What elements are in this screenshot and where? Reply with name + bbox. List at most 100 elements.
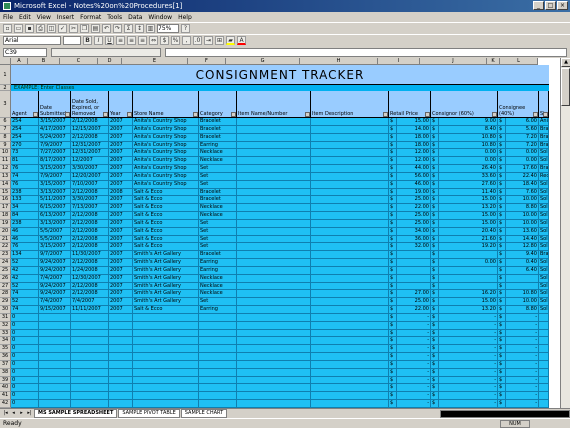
table-cell[interactable]: [237, 125, 311, 134]
table-cell[interactable]: 0: [11, 360, 39, 369]
table-cell[interactable]: [311, 313, 389, 322]
table-cell[interactable]: 2007: [109, 180, 133, 189]
table-cell[interactable]: Anita's Country Shop: [133, 172, 199, 181]
table-cell[interactable]: 0: [11, 329, 39, 338]
table-cell[interactable]: -: [439, 400, 498, 408]
vertical-scrollbar[interactable]: ▲: [560, 58, 570, 408]
table-cell[interactable]: 7.60: [506, 188, 539, 197]
table-cell[interactable]: [311, 212, 389, 220]
row-header[interactable]: 25: [0, 266, 11, 275]
table-cell[interactable]: -: [506, 400, 539, 408]
table-cell[interactable]: [311, 219, 389, 228]
preview-icon[interactable]: ◫: [47, 24, 56, 33]
table-cell[interactable]: 5/24/2007: [39, 133, 71, 142]
table-cell[interactable]: [133, 329, 199, 338]
table-cell[interactable]: [237, 360, 311, 369]
table-cell[interactable]: $: [498, 400, 506, 408]
table-cell[interactable]: [237, 235, 311, 244]
table-cell[interactable]: [311, 227, 389, 236]
currency-icon[interactable]: $: [160, 36, 169, 45]
table-cell[interactable]: [539, 360, 549, 369]
paste-icon[interactable]: ▤: [91, 24, 100, 33]
table-cell[interactable]: $: [431, 219, 439, 228]
table-cell[interactable]: $: [431, 157, 439, 166]
column-header-B[interactable]: B: [28, 58, 60, 65]
table-cell[interactable]: 12/15/2007: [71, 125, 109, 134]
table-cell[interactable]: [237, 345, 311, 354]
decimal-icon[interactable]: .0: [193, 36, 202, 45]
table-cell[interactable]: $: [498, 118, 506, 126]
table-cell[interactable]: [311, 274, 389, 283]
table-cell[interactable]: 7/27/2007: [39, 149, 71, 158]
table-cell[interactable]: [199, 400, 237, 408]
table-cell[interactable]: [237, 259, 311, 267]
table-cell[interactable]: $: [431, 337, 439, 346]
table-cell[interactable]: 12/20/2007: [71, 172, 109, 181]
table-cell[interactable]: [237, 290, 311, 299]
table-cell[interactable]: [311, 243, 389, 252]
table-cell[interactable]: $: [498, 172, 506, 181]
table-cell[interactable]: 0.40: [506, 259, 539, 267]
table-cell[interactable]: 74: [11, 290, 39, 299]
table-cell[interactable]: [133, 313, 199, 322]
table-cell[interactable]: $: [498, 274, 506, 283]
table-cell[interactable]: [311, 266, 389, 275]
table-cell[interactable]: [199, 337, 237, 346]
table-cell[interactable]: [539, 329, 549, 338]
table-cell[interactable]: [71, 392, 109, 401]
table-cell[interactable]: $: [389, 321, 397, 330]
table-cell[interactable]: [39, 384, 71, 393]
autosum-icon[interactable]: Σ: [124, 24, 133, 33]
table-cell[interactable]: $: [431, 392, 439, 401]
save-icon[interactable]: ▪: [25, 24, 34, 33]
table-cell[interactable]: $: [431, 172, 439, 181]
table-cell[interactable]: [109, 360, 133, 369]
table-cell[interactable]: 18.40: [506, 180, 539, 189]
table-cell[interactable]: 3/15/2007: [39, 118, 71, 126]
row-header[interactable]: 7: [0, 125, 11, 134]
table-cell[interactable]: $: [389, 172, 397, 181]
column-header-I[interactable]: I: [378, 58, 420, 65]
row-header[interactable]: 3: [0, 91, 11, 118]
fill-color-icon[interactable]: ▰: [226, 36, 235, 45]
table-cell[interactable]: 9/15/2007: [39, 306, 71, 314]
table-cell[interactable]: [311, 118, 389, 126]
menu-view[interactable]: View: [37, 14, 51, 21]
merge-center-icon[interactable]: ⇔: [149, 36, 158, 45]
table-cell[interactable]: [311, 172, 389, 181]
table-cell[interactable]: $: [431, 125, 439, 134]
table-cell[interactable]: 0: [11, 400, 39, 408]
table-cell[interactable]: [109, 345, 133, 354]
row-header[interactable]: 13: [0, 172, 11, 181]
table-cell[interactable]: $: [431, 180, 439, 189]
table-cell[interactable]: 2/12/2008: [71, 235, 109, 244]
table-cell[interactable]: 20.40: [439, 227, 498, 236]
table-cell[interactable]: $: [498, 180, 506, 189]
table-cell[interactable]: [397, 266, 431, 275]
table-cell[interactable]: [237, 212, 311, 220]
table-cell[interactable]: 12.80: [506, 243, 539, 252]
filter-dropdown-icon[interactable]: [193, 112, 198, 117]
table-cell[interactable]: 10.80: [439, 133, 498, 142]
table-cell[interactable]: [311, 235, 389, 244]
table-cell[interactable]: $: [389, 251, 397, 260]
table-cell[interactable]: 9/7/2007: [39, 251, 71, 260]
row-header[interactable]: 21: [0, 235, 11, 244]
table-cell[interactable]: [109, 368, 133, 377]
table-cell[interactable]: [237, 204, 311, 213]
table-cell[interactable]: [311, 290, 389, 299]
table-cell[interactable]: 7/4/2007: [39, 274, 71, 283]
table-cell[interactable]: 2007: [109, 157, 133, 166]
table-cell[interactable]: $: [389, 125, 397, 134]
table-cell[interactable]: $: [431, 196, 439, 205]
close-icon[interactable]: ×: [557, 1, 568, 10]
tab-sample-spreadsheet[interactable]: MS SAMPLE SPREADSHEET: [34, 409, 118, 418]
borders-icon[interactable]: ⊞: [215, 36, 224, 45]
table-cell[interactable]: $: [389, 219, 397, 228]
table-cell[interactable]: [311, 337, 389, 346]
table-cell[interactable]: 0.00: [439, 157, 498, 166]
table-cell[interactable]: [311, 368, 389, 377]
row-header[interactable]: 40: [0, 384, 11, 393]
row-header[interactable]: 10: [0, 149, 11, 158]
table-cell[interactable]: 2007: [109, 204, 133, 213]
